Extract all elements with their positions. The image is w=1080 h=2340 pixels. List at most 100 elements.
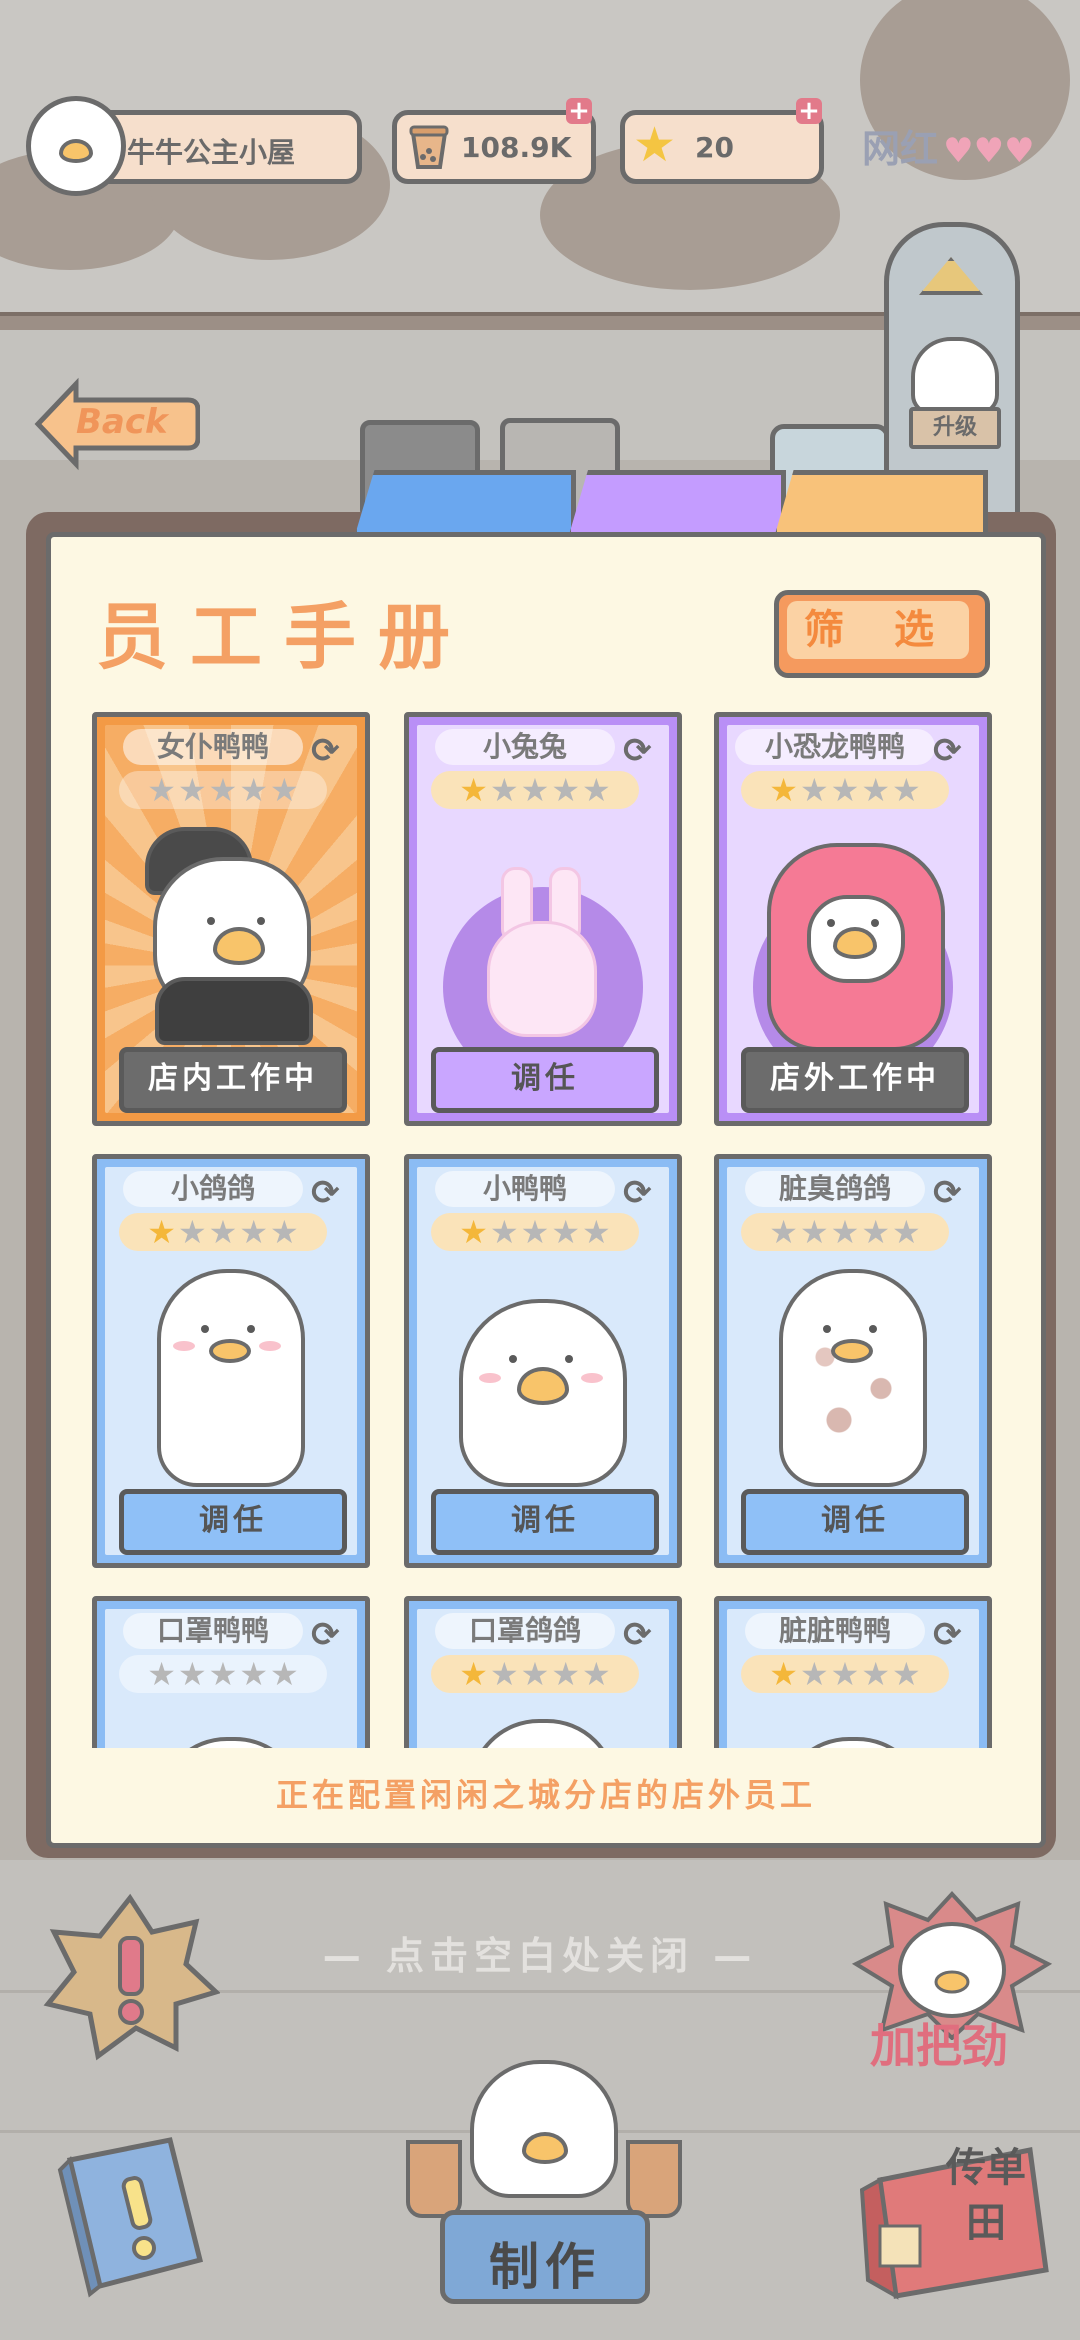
popularity-label: 网红: [862, 127, 939, 171]
add-stars-button[interactable]: +: [796, 98, 822, 124]
milk-tea-cup-icon: [406, 2140, 462, 2218]
flyer-button[interactable]: 传单 田: [860, 2130, 1050, 2300]
star-icon: ★: [830, 1655, 860, 1693]
rarity-stars: ★ ★ ★ ★ ★: [431, 1655, 639, 1693]
star-icon: ★: [582, 1655, 611, 1693]
pigeon-beak: [831, 1339, 873, 1363]
cheer-button[interactable]: 加把劲: [852, 1890, 1052, 2080]
alert-badge-icon[interactable]: [40, 1892, 221, 2062]
duck-beak: [522, 2132, 568, 2164]
star-icon: ★: [147, 771, 176, 809]
upgrade-label: 升级: [909, 407, 1001, 449]
rarity-stars: ★ ★ ★ ★ ★: [431, 771, 639, 809]
transfer-button[interactable]: 调任: [431, 1489, 659, 1555]
currency-pill[interactable]: 108.9K: [392, 110, 596, 184]
star-icon: ★: [177, 1655, 207, 1693]
transfer-button[interactable]: 调任: [741, 1489, 969, 1555]
star-icon: ★: [489, 1213, 519, 1251]
duck-beak: [833, 927, 877, 959]
star-icon: ★: [208, 771, 238, 809]
manual-book-icon[interactable]: [50, 2130, 220, 2300]
employee-card[interactable]: 小恐龙鸭鸭 ⟳ ★ ★ ★ ★ ★ 店外工作中: [714, 712, 992, 1126]
employee-card[interactable]: 口罩鸽鸽 ⟳ ★ ★ ★ ★ ★: [404, 1596, 682, 1748]
star-icon: ★: [861, 1213, 891, 1251]
swap-icon[interactable]: ⟳: [311, 1173, 340, 1213]
maid-duck-portrait: [145, 827, 315, 1045]
swap-icon[interactable]: ⟳: [623, 731, 652, 771]
back-label: Back: [76, 402, 168, 442]
star-icon: ★: [239, 1213, 269, 1251]
employee-card[interactable]: 口罩鸭鸭 ⟳ ★ ★ ★ ★ ★: [92, 1596, 370, 1748]
star-icon: ★: [489, 771, 519, 809]
popularity-badge[interactable]: 网红 ♥♥♥: [862, 118, 1035, 172]
filter-label: 筛 选: [787, 601, 969, 659]
employee-name: 口罩鸭鸭: [123, 1613, 303, 1649]
star-icon: ★: [769, 1213, 798, 1251]
star-icon: ★: [861, 1655, 891, 1693]
make-button[interactable]: 制作: [400, 2040, 682, 2310]
star-icon: ★: [147, 1655, 176, 1693]
star-pill[interactable]: ★ 20: [620, 110, 824, 184]
chef-duck-icon: [470, 2060, 618, 2198]
swap-icon[interactable]: ⟳: [933, 1173, 962, 1213]
swap-icon[interactable]: ⟳: [933, 1615, 962, 1655]
status-button[interactable]: 店内工作中: [119, 1047, 347, 1113]
rarity-stars: ★ ★ ★ ★ ★: [119, 1213, 327, 1251]
swap-icon[interactable]: ⟳: [933, 731, 962, 771]
avatar-duck-icon: [59, 139, 93, 163]
milk-tea-icon: [403, 119, 455, 171]
star-icon: ★: [769, 771, 798, 809]
flyer-suffix: 田: [966, 2200, 1006, 2246]
star-icon: ★: [270, 1213, 299, 1251]
pigeon-body: [157, 1269, 305, 1487]
star-icon: ★: [270, 771, 299, 809]
star-icon: ★: [633, 117, 677, 173]
rarity-stars: ★ ★ ★ ★ ★: [741, 1213, 949, 1251]
swap-icon[interactable]: ⟳: [623, 1615, 652, 1655]
employee-name: 女仆鸭鸭: [123, 729, 303, 765]
star-icon: ★: [799, 771, 829, 809]
dirty-pigeon-body: [779, 1269, 927, 1487]
employee-name: 口罩鸽鸽: [435, 1613, 615, 1649]
employee-name: 小鸽鸽: [123, 1171, 303, 1207]
employee-card[interactable]: 小鸭鸭 ⟳ ★ ★ ★ ★ ★ 调任: [404, 1154, 682, 1568]
star-icon: ★: [551, 1213, 581, 1251]
star-icon: ★: [239, 1655, 269, 1693]
star-icon: ★: [459, 1655, 488, 1693]
employee-name: 小鸭鸭: [435, 1171, 615, 1207]
star-icon: ★: [582, 1213, 611, 1251]
star-icon: ★: [177, 1213, 207, 1251]
employee-card[interactable]: 女仆鸭鸭 ⟳ ★ ★ ★ ★ ★ 店内工作中: [92, 712, 370, 1126]
add-currency-button[interactable]: +: [566, 98, 592, 124]
cheer-label: 加把劲: [870, 2019, 1008, 2073]
back-button[interactable]: Back: [30, 376, 200, 472]
maid-dress: [155, 977, 313, 1045]
star-icon: ★: [551, 1655, 581, 1693]
page-title: 员工手册: [96, 595, 473, 679]
employee-card[interactable]: 脏臭鸽鸽 ⟳ ★ ★ ★ ★ ★ 调任: [714, 1154, 992, 1568]
status-button[interactable]: 店外工作中: [741, 1047, 969, 1113]
star-icon: ★: [830, 771, 860, 809]
employee-card[interactable]: 脏脏鸭鸭 ⟳ ★ ★ ★ ★ ★: [714, 1596, 992, 1748]
star-icon: ★: [208, 1213, 238, 1251]
rarity-stars: ★ ★ ★ ★ ★: [431, 1213, 639, 1251]
make-sign: 制作: [440, 2210, 650, 2304]
star-count: 20: [695, 131, 734, 164]
employee-card[interactable]: 小兔兔 ⟳ ★ ★ ★ ★ ★ 调任: [404, 712, 682, 1126]
transfer-button[interactable]: 调任: [119, 1489, 347, 1555]
employee-name: 小兔兔: [435, 729, 615, 765]
employee-card[interactable]: 小鸽鸽 ⟳ ★ ★ ★ ★ ★ 调任: [92, 1154, 370, 1568]
swap-icon[interactable]: ⟳: [311, 731, 340, 771]
player-avatar[interactable]: [26, 96, 126, 196]
swap-icon[interactable]: ⟳: [311, 1615, 340, 1655]
pigeon-beak: [209, 1339, 251, 1363]
currency-amount: 108.9K: [461, 131, 572, 164]
transfer-button[interactable]: 调任: [431, 1047, 659, 1113]
filter-button[interactable]: 筛 选: [774, 590, 990, 678]
swap-icon[interactable]: ⟳: [623, 1173, 652, 1213]
rarity-stars: ★ ★ ★ ★ ★: [741, 1655, 949, 1693]
star-icon: ★: [520, 771, 550, 809]
star-icon: ★: [861, 771, 891, 809]
star-icon: ★: [830, 1213, 860, 1251]
star-icon: ★: [892, 1655, 921, 1693]
